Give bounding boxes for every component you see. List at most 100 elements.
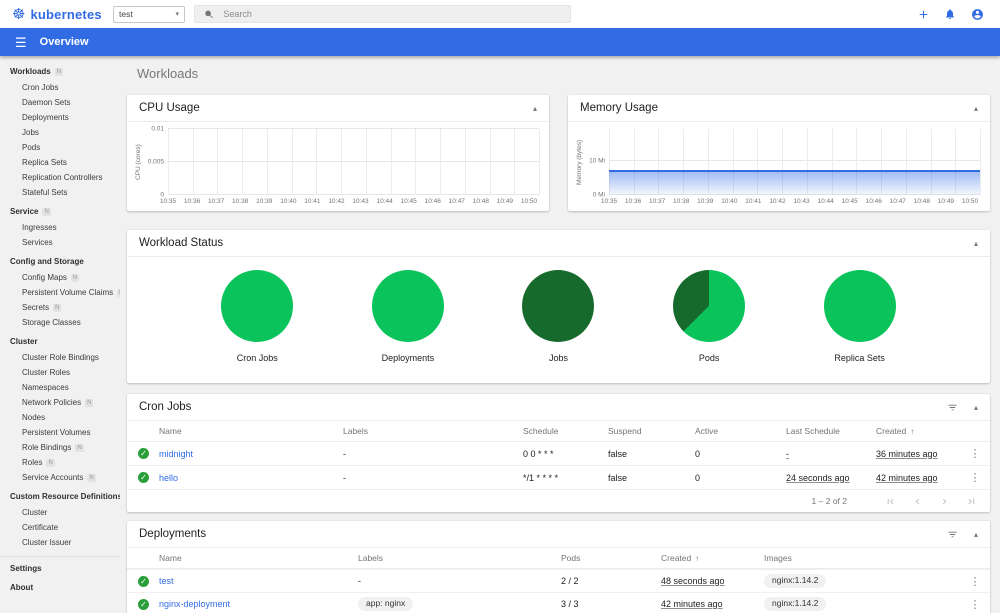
- sidebar-item-service-accounts[interactable]: Service Accounts N: [0, 470, 120, 485]
- sidebar-item-label: Replica Sets: [22, 158, 67, 167]
- gridline: [192, 129, 194, 195]
- row-menu-icon[interactable]: ⋮: [960, 471, 990, 484]
- status-pie-replica-sets: Replica Sets: [823, 270, 896, 363]
- last-page-icon[interactable]: [966, 496, 977, 507]
- sidebar-item-replica-sets[interactable]: Replica Sets: [0, 155, 120, 170]
- column-header-created[interactable]: Created ↑: [661, 553, 764, 563]
- sidebar-item-config-and-storage[interactable]: Config and Storage: [0, 254, 120, 269]
- column-header-name[interactable]: Name: [159, 426, 343, 436]
- cron-jobs-card: Cron Jobs ▴ Name Labels Schedule Suspend Act…: [127, 394, 990, 512]
- gridline: [316, 129, 318, 195]
- column-header-created[interactable]: Created ↑: [876, 426, 960, 436]
- labels-cell: -: [343, 448, 346, 459]
- sidebar-item-deployments[interactable]: Deployments: [0, 110, 120, 125]
- sidebar-item-cluster[interactable]: Cluster: [0, 505, 120, 520]
- column-header-labels[interactable]: Labels: [343, 426, 523, 436]
- sidebar-item-secrets[interactable]: Secrets N: [0, 300, 120, 315]
- first-page-icon[interactable]: [885, 496, 896, 507]
- memory-y-axis-label: Memory (bytes): [576, 139, 583, 185]
- sidebar-item-storage-classes[interactable]: Storage Classes: [0, 315, 120, 330]
- sidebar-item-persistent-volume-claims[interactable]: Persistent Volume ClaimsN: [0, 285, 120, 300]
- user-account-icon[interactable]: [970, 7, 984, 21]
- deployment-row: ✓ nginx-deployment app: nginx 3 / 3 42 minut…: [127, 592, 990, 613]
- column-header-images[interactable]: Images: [764, 553, 960, 563]
- sidebar-item-ingresses[interactable]: Ingresses: [0, 220, 120, 235]
- sidebar-item-namespaces[interactable]: Namespaces: [0, 380, 120, 395]
- notifications-bell-icon[interactable]: [943, 7, 957, 21]
- sort-ascending-icon: ↑: [695, 554, 700, 563]
- cron-job-name-link[interactable]: midnight: [159, 449, 343, 459]
- row-menu-icon[interactable]: ⋮: [960, 598, 990, 611]
- column-header-last-schedule[interactable]: Last Schedule: [786, 426, 876, 436]
- search-input[interactable]: [223, 9, 561, 19]
- row-menu-icon[interactable]: ⋮: [960, 575, 990, 588]
- collapse-arrow-icon[interactable]: ▴: [974, 530, 978, 539]
- sidebar-item-roles[interactable]: Roles N: [0, 455, 120, 470]
- namespaced-badge: N: [75, 443, 84, 452]
- namespace-select[interactable]: test ▾: [113, 5, 185, 23]
- column-header-active[interactable]: Active: [695, 426, 786, 436]
- pods-cell: 3 / 3: [561, 599, 579, 609]
- sidebar-item-custom-resource-definitions[interactable]: Custom Resource Definitions: [0, 489, 120, 504]
- deployment-name-link[interactable]: nginx-deployment: [159, 599, 358, 609]
- previous-page-icon[interactable]: [912, 496, 923, 507]
- brand[interactable]: ☸ kubernetes: [12, 7, 113, 22]
- x-tick-label: 10:37: [648, 198, 666, 205]
- sidebar-item-jobs[interactable]: Jobs: [0, 125, 120, 140]
- sidebar-item-cluster[interactable]: Cluster: [0, 334, 120, 349]
- sidebar-item-replication-controllers[interactable]: Replication Controllers: [0, 170, 120, 185]
- sidebar-item-role-bindings[interactable]: Role Bindings N: [0, 440, 120, 455]
- gridline: [489, 129, 491, 195]
- namespaced-badge: N: [46, 458, 55, 467]
- sidebar-item-certificate[interactable]: Certificate: [0, 520, 120, 535]
- sidebar-item-workloads[interactable]: Workloads N: [0, 64, 120, 79]
- sidebar-item-config-maps[interactable]: Config Maps N: [0, 270, 120, 285]
- cpu-usage-card: CPU Usage ▴ CPU (cores) 0.01 0.005 0 10:35…: [127, 95, 549, 211]
- search-box[interactable]: [194, 5, 571, 23]
- column-header-labels[interactable]: Labels: [358, 553, 561, 563]
- y-tick-label: 10 Mi: [589, 157, 605, 165]
- column-header-suspend[interactable]: Suspend: [608, 426, 695, 436]
- column-header-pods[interactable]: Pods: [561, 553, 661, 563]
- sidebar-item-nodes[interactable]: Nodes: [0, 410, 120, 425]
- x-tick-label: 10:45: [400, 198, 417, 205]
- main-content: Workloads CPU Usage ▴ CPU (cores) 0.01 0.…: [120, 56, 1000, 613]
- sidebar-item-about[interactable]: About: [0, 580, 120, 595]
- hamburger-menu-icon[interactable]: ☰: [15, 36, 27, 49]
- sidebar-item-settings[interactable]: Settings: [0, 561, 120, 576]
- namespaced-badge: N: [54, 67, 64, 76]
- namespaced-badge: N: [42, 207, 51, 216]
- sidebar-item-persistent-volumes[interactable]: Persistent Volumes: [0, 425, 120, 440]
- sidebar-item-services[interactable]: Services: [0, 235, 120, 250]
- sidebar-item-stateful-sets[interactable]: Stateful Sets: [0, 185, 120, 200]
- memory-card-header: Memory Usage ▴: [568, 95, 990, 122]
- collapse-arrow-icon[interactable]: ▴: [974, 104, 978, 113]
- x-tick-label: 10:48: [913, 198, 930, 205]
- sidebar-item-cluster-role-bindings[interactable]: Cluster Role Bindings: [0, 350, 120, 365]
- next-page-icon[interactable]: [939, 496, 950, 507]
- sidebar-item-daemon-sets[interactable]: Daemon Sets: [0, 95, 120, 110]
- navbar-title: Overview: [39, 36, 89, 48]
- pie-chart: [823, 270, 896, 342]
- column-header-schedule[interactable]: Schedule: [523, 426, 608, 436]
- filter-icon[interactable]: [947, 529, 958, 540]
- sidebar-item-cron-jobs[interactable]: Cron Jobs: [0, 80, 120, 95]
- deployment-name-link[interactable]: test: [159, 576, 358, 586]
- x-tick-label: 10:39: [697, 198, 714, 205]
- add-icon[interactable]: [916, 7, 930, 21]
- sidebar-item-cluster-roles[interactable]: Cluster Roles: [0, 365, 120, 380]
- collapse-arrow-icon[interactable]: ▴: [974, 239, 978, 248]
- sidebar-item-label: Persistent Volume Claims: [22, 288, 114, 297]
- row-menu-icon[interactable]: ⋮: [960, 447, 990, 460]
- gridline: [390, 129, 392, 195]
- sidebar-item-cluster-issuer[interactable]: Cluster Issuer: [0, 535, 120, 550]
- sidebar-item-pods[interactable]: Pods: [0, 140, 120, 155]
- sidebar-item-network-policies[interactable]: Network Policies N: [0, 395, 120, 410]
- collapse-arrow-icon[interactable]: ▴: [974, 403, 978, 412]
- filter-icon[interactable]: [947, 402, 958, 413]
- column-header-name[interactable]: Name: [159, 553, 358, 563]
- gridline: [464, 129, 466, 195]
- sidebar-item-service[interactable]: Service N: [0, 204, 120, 219]
- collapse-arrow-icon[interactable]: ▴: [533, 104, 537, 113]
- cron-job-name-link[interactable]: hello: [159, 473, 343, 483]
